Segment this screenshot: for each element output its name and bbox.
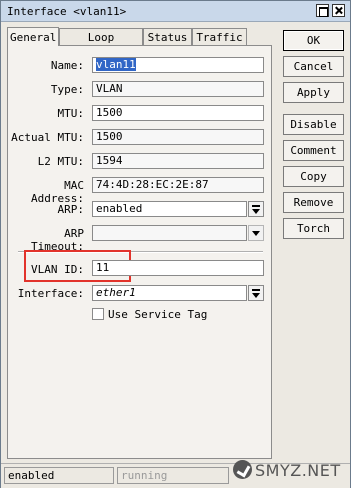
tab-loop-protect[interactable]: Loop Protect	[59, 28, 143, 61]
actual-mtu-label: Actual MTU:	[11, 131, 84, 144]
interface-select[interactable]: ether1	[92, 285, 247, 301]
arp-label: ARP:	[57, 203, 85, 216]
name-label: Name:	[50, 59, 84, 72]
status-enabled: enabled	[4, 467, 114, 484]
use-service-tag-label: Use Service Tag	[108, 308, 208, 321]
mtu-label: MTU:	[57, 107, 85, 120]
interface-dropdown-icon[interactable]	[248, 285, 264, 301]
close-icon[interactable]	[332, 4, 345, 17]
actual-mtu-field: 1500	[92, 129, 264, 145]
arp-select[interactable]: enabled	[92, 201, 247, 217]
tab-status[interactable]: Status	[143, 28, 192, 45]
watermark-text: SMYZ.NET	[255, 461, 341, 480]
arp-timeout-dropdown-icon[interactable]	[248, 225, 264, 241]
torch-button[interactable]: Torch	[283, 218, 344, 239]
l2-mtu-field: 1594	[92, 153, 264, 169]
tab-traffic[interactable]: Traffic	[192, 28, 247, 45]
watermark: SMYZ.NET	[233, 456, 351, 486]
status-running: running	[117, 467, 229, 484]
interface-window: Interface <vlan11> General Loop Protect …	[0, 0, 351, 488]
disable-button[interactable]: Disable	[283, 114, 344, 135]
l2-mtu-label: L2 MTU:	[37, 155, 84, 168]
interface-label: Interface:	[17, 287, 84, 300]
mac-address-field: 74:4D:28:EC:2E:87	[92, 177, 264, 193]
type-field: VLAN	[92, 81, 264, 97]
title-bar[interactable]: Interface <vlan11>	[1, 1, 350, 22]
ok-button[interactable]: OK	[283, 30, 344, 51]
copy-button[interactable]: Copy	[283, 166, 344, 187]
remove-button[interactable]: Remove	[283, 192, 344, 213]
cancel-button[interactable]: Cancel	[283, 56, 344, 77]
vlan-id-label: VLAN ID:	[31, 263, 84, 276]
arp-dropdown-icon[interactable]	[248, 201, 264, 217]
type-label: Type:	[50, 83, 84, 96]
mac-address-label: MAC Address:	[31, 179, 84, 205]
window-title: Interface <vlan11>	[7, 5, 127, 18]
general-panel: Name: vlan11 Type: VLAN MTU: 1500 Actual…	[7, 45, 272, 459]
use-service-tag-checkbox[interactable]	[92, 308, 104, 320]
name-field[interactable]: vlan11	[92, 57, 264, 73]
checkmark-logo-icon	[233, 460, 252, 479]
comment-button[interactable]: Comment	[283, 140, 344, 161]
vlan-id-field[interactable]: 11	[92, 260, 264, 276]
name-value: vlan11	[96, 58, 136, 71]
tab-general[interactable]: General	[7, 27, 59, 46]
mtu-field[interactable]: 1500	[92, 105, 264, 121]
arp-timeout-field[interactable]	[92, 225, 247, 241]
restore-icon[interactable]	[316, 4, 329, 17]
apply-button[interactable]: Apply	[283, 82, 344, 103]
